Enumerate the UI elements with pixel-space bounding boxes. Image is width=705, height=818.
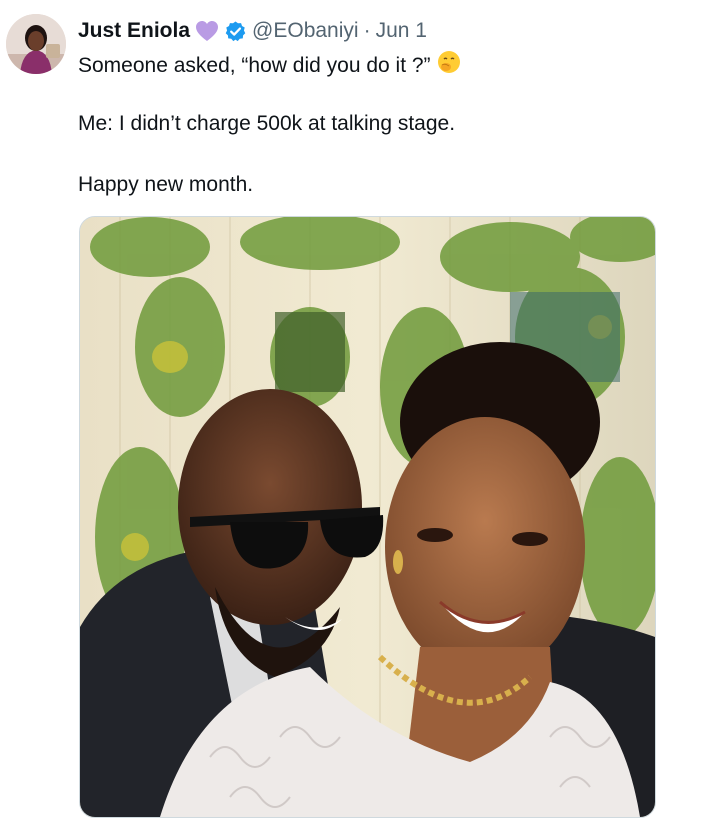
tweet-text-line: Someone asked, “how did you do it ?” bbox=[78, 50, 461, 82]
tweet-photo[interactable] bbox=[79, 216, 656, 818]
separator-dot: · bbox=[363, 19, 371, 42]
purple-heart-icon bbox=[195, 20, 219, 42]
face-with-hand-over-mouth-icon bbox=[437, 50, 461, 82]
display-name[interactable]: Just Eniola bbox=[78, 19, 190, 43]
tweet-text-line-2: Me: I didn’t charge 500k at talking stag… bbox=[78, 112, 456, 135]
tweet-date[interactable]: Jun 1 bbox=[376, 19, 427, 43]
user-handle[interactable]: @EObaniyi bbox=[252, 19, 359, 43]
verified-badge-icon[interactable] bbox=[224, 20, 247, 43]
tweet[interactable]: Just Eniola @EObaniyi · Jun 1 Someone as… bbox=[0, 0, 705, 818]
tweet-text-line-1: Someone asked, “how did you do it ?” bbox=[78, 54, 431, 77]
tweet-header: Just Eniola @EObaniyi · Jun 1 bbox=[78, 16, 427, 46]
tweet-text-line-3: Happy new month. bbox=[78, 173, 254, 196]
avatar[interactable] bbox=[6, 14, 66, 74]
